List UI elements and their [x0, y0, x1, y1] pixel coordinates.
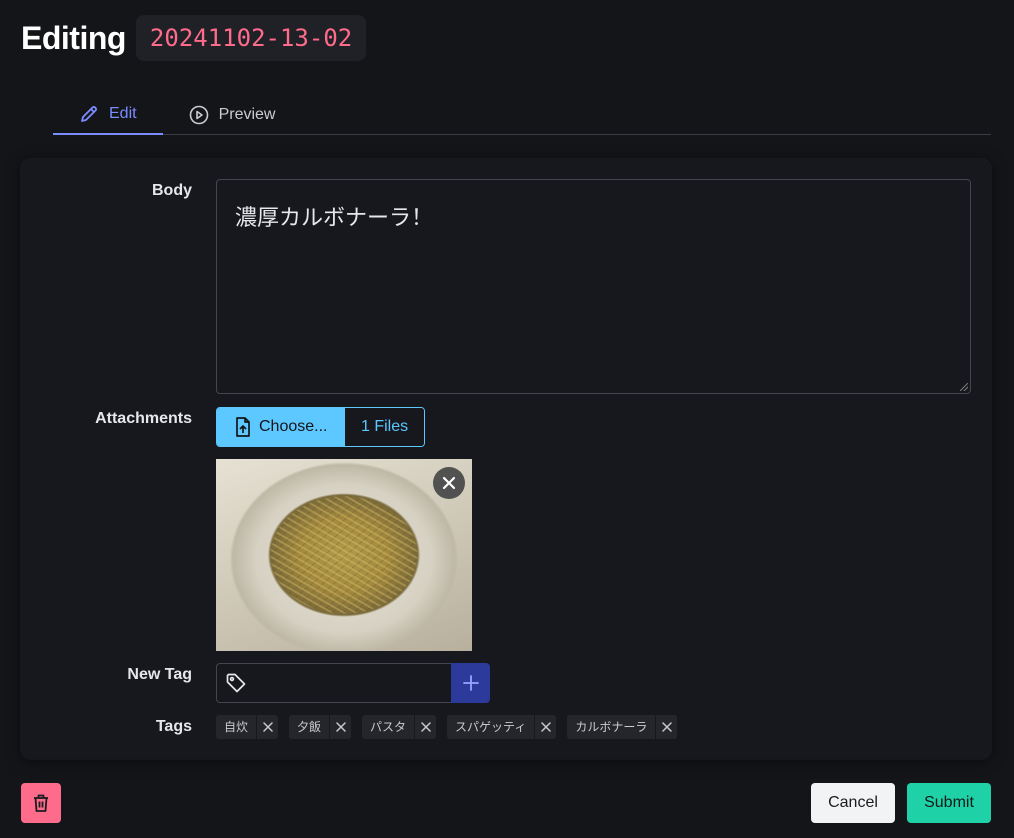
close-icon [442, 476, 456, 490]
remove-tag-button[interactable] [655, 715, 677, 739]
close-icon [541, 722, 551, 732]
cancel-button[interactable]: Cancel [811, 783, 895, 823]
file-count: 1 Files [345, 408, 425, 446]
submit-button[interactable]: Submit [907, 783, 991, 823]
tag-text: カルボナーラ [575, 720, 648, 734]
tag-text: スパゲッティ [455, 720, 527, 734]
tag-chip: 自炊 [216, 715, 279, 739]
remove-tag-button[interactable] [414, 715, 436, 739]
plus-icon [462, 675, 479, 691]
tag-list: 自炊 夕飯 パスタ スパゲッティ カルボナーラ [216, 715, 688, 739]
trash-icon [34, 794, 48, 812]
file-upload-icon [236, 417, 250, 437]
record-id-badge: 20241102-13-02 [135, 15, 367, 61]
choose-file-button[interactable]: Choose... [217, 408, 345, 446]
body-text: 濃厚カルボナーラ！ [235, 206, 434, 231]
body-textarea[interactable]: 濃厚カルボナーラ！ [216, 179, 971, 394]
choose-file-label: Choose... [259, 418, 328, 435]
new-tag-label: New Tag [127, 666, 192, 683]
page-title: Editing [21, 19, 126, 56]
tag-chip: 夕飯 [289, 715, 352, 739]
tag-text: 自炊 [224, 720, 249, 734]
attachment-thumbnail [216, 459, 472, 651]
tab-label: Preview [218, 105, 276, 123]
close-icon [662, 722, 672, 732]
remove-attachment-button[interactable] [433, 467, 465, 499]
tab-preview[interactable]: Preview [163, 94, 302, 135]
tag-chip: パスタ [362, 715, 437, 739]
pencil-icon [81, 105, 97, 122]
close-icon [335, 722, 346, 732]
new-tag-input[interactable] [216, 663, 451, 703]
remove-tag-button[interactable] [534, 715, 556, 739]
tag-text: パスタ [370, 720, 407, 734]
tag-chip: スパゲッティ [447, 715, 557, 739]
close-icon [420, 722, 431, 732]
play-circle-icon [189, 105, 208, 124]
tag-icon [226, 673, 246, 693]
file-picker[interactable]: Choose... 1 Files [216, 407, 426, 447]
tag-chip: カルボナーラ [567, 715, 678, 739]
tags-label: Tags [155, 718, 192, 735]
resize-handle[interactable] [960, 383, 968, 391]
body-label: Body [152, 182, 192, 199]
remove-tag-button[interactable] [256, 715, 278, 739]
tab-label: Edit [109, 104, 137, 122]
page-header: Editing 20241102-13-02 [21, 15, 367, 61]
tab-edit[interactable]: Edit [53, 94, 163, 135]
remove-tag-button[interactable] [329, 715, 351, 739]
delete-button[interactable] [21, 783, 61, 823]
edit-form-card: Body 濃厚カルボナーラ！ Attachments Choose... 1 F… [21, 159, 991, 759]
attachments-label: Attachments [95, 410, 192, 427]
new-tag-group [216, 663, 490, 703]
close-icon [262, 722, 273, 732]
add-tag-button[interactable] [451, 663, 490, 703]
tab-bar: Edit Preview [53, 94, 991, 135]
tag-text: 夕飯 [297, 720, 322, 734]
